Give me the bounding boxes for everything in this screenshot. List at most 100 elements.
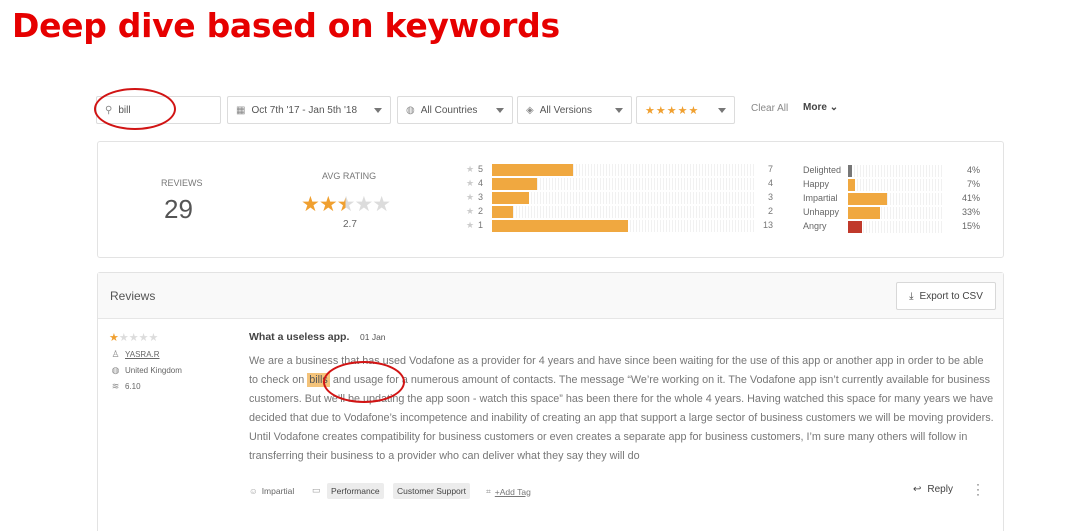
- more-filters-button[interactable]: More ⌄: [803, 102, 838, 113]
- histogram-track: [492, 220, 754, 232]
- sentiment-label: Delighted: [803, 165, 842, 175]
- annotation-circle-keyword: [323, 361, 405, 403]
- rating-select[interactable]: ★★★★★: [636, 96, 735, 124]
- sentiment-row-unhappy[interactable]: Unhappy 33%: [803, 207, 983, 219]
- avg-rating-value: 2.7: [343, 219, 357, 230]
- histogram-star-label: 5: [478, 164, 484, 174]
- review-version-value: 6.10: [125, 382, 141, 391]
- download-icon: ⤓: [909, 290, 914, 302]
- reply-button[interactable]: ↩ Reply: [913, 484, 953, 495]
- export-label: Export to CSV: [919, 290, 983, 302]
- layers-icon: ≋: [111, 381, 120, 391]
- add-tag-link[interactable]: ⌗ +Add Tag: [486, 486, 531, 497]
- versions-select[interactable]: ◈ All Versions: [517, 96, 632, 124]
- histogram-count: 2: [767, 206, 773, 216]
- review-version: ≋ 6.10: [111, 381, 141, 392]
- sentiment-pct: 7%: [966, 179, 980, 189]
- histogram-row-5[interactable]: ★ 5 7: [466, 164, 773, 176]
- review-sentiment-label: Impartial: [261, 486, 295, 496]
- reviews-label: REVIEWS: [161, 178, 203, 188]
- sentiment-bar: [848, 165, 852, 177]
- sentiment-track: [848, 179, 944, 191]
- histogram-bar: [492, 206, 513, 218]
- star-icon: ★: [466, 164, 475, 174]
- sentiment-pct: 15%: [961, 221, 980, 231]
- chevron-down-icon: [374, 108, 382, 113]
- review-date: 01 Jan: [360, 332, 386, 342]
- reviews-header: Reviews ⤓ Export to CSV: [98, 273, 1003, 319]
- histogram-track: [492, 178, 754, 190]
- sentiment-track: [848, 165, 944, 177]
- review-stars-icon: ★★★★★: [109, 332, 159, 344]
- reviews-title: Reviews: [110, 289, 156, 303]
- reply-icon: ↩: [913, 484, 922, 495]
- sentiment-pct: 33%: [961, 207, 980, 217]
- star-icon: ★: [466, 178, 475, 188]
- chevron-down-icon: [615, 108, 623, 113]
- reviews-count: 29: [164, 194, 193, 224]
- histogram-bar: [492, 164, 573, 176]
- stats-panel: REVIEWS 29 AVG RATING ★★★★★ 2.7 ★ 5 7 ★ 4 4 ★ 3…: [97, 141, 1004, 258]
- histogram-bar: [492, 220, 628, 232]
- versions-value: All Versions: [539, 104, 592, 116]
- globe-icon: ◍: [111, 365, 120, 375]
- sentiment-bar: [848, 221, 862, 233]
- comment-icon: ▭: [312, 485, 321, 495]
- histogram-star-label: 4: [478, 178, 484, 188]
- date-range-value: Oct 7th '17 - Jan 5th '18: [251, 104, 357, 116]
- histogram-bar: [492, 192, 529, 204]
- reviews-panel: Reviews ⤓ Export to CSV ★★★★★ ♙ YASRA.R …: [97, 272, 1004, 531]
- annotation-circle-search: [94, 88, 176, 130]
- histogram-row-1[interactable]: ★ 1 13: [466, 220, 773, 232]
- star-icon: ★: [466, 220, 475, 230]
- histogram-count: 13: [762, 220, 773, 230]
- histogram-count: 3: [767, 192, 773, 202]
- sentiment-face-icon: ☺: [249, 486, 258, 496]
- avg-rating-stars-icon: ★★★★★: [301, 193, 391, 216]
- histogram-row-4[interactable]: ★ 4 4: [466, 178, 773, 190]
- star-icon: ★: [466, 206, 475, 216]
- histogram-row-3[interactable]: ★ 3 3: [466, 192, 773, 204]
- histogram-track: [492, 206, 754, 218]
- histogram-row-2[interactable]: ★ 2 2: [466, 206, 773, 218]
- sentiment-track: [848, 193, 944, 205]
- histogram-star-label: 2: [478, 206, 484, 216]
- histogram-count: 4: [767, 178, 773, 188]
- avg-rating-label: AVG RATING: [322, 171, 377, 181]
- sentiment-row-angry[interactable]: Angry 15%: [803, 221, 983, 233]
- histogram-star-label: 3: [478, 192, 484, 202]
- review-footer: ☺ Impartial ▭ Performance Customer Suppo…: [249, 483, 549, 499]
- tag-customer-support[interactable]: Customer Support: [393, 483, 470, 499]
- date-range-picker[interactable]: ▦ Oct 7th '17 - Jan 5th '18: [227, 96, 391, 124]
- sentiment-row-delighted[interactable]: Delighted 4%: [803, 165, 983, 177]
- tag-performance[interactable]: Performance: [327, 483, 384, 499]
- sentiment-pct: 4%: [966, 165, 980, 175]
- star-icon: ★: [466, 192, 475, 202]
- sentiment-row-impartial[interactable]: Impartial 41%: [803, 193, 983, 205]
- countries-value: All Countries: [420, 104, 478, 116]
- more-options-icon[interactable]: · · ·: [975, 478, 981, 500]
- chevron-down-icon: [718, 108, 726, 113]
- filter-bar: ⚲ bill ▦ Oct 7th '17 - Jan 5th '18 ◍ All…: [96, 96, 856, 124]
- add-tag-label: +Add Tag: [494, 486, 531, 497]
- rating-stars-icon: ★★★★★: [645, 104, 700, 117]
- sentiment-bar: [848, 207, 880, 219]
- sentiment-row-happy[interactable]: Happy 7%: [803, 179, 983, 191]
- versions-icon: ◈: [526, 104, 534, 116]
- histogram-track: [492, 164, 754, 176]
- user-icon: ♙: [111, 349, 120, 359]
- review-username[interactable]: YASRA.R: [125, 350, 160, 359]
- sentiment-label: Happy: [803, 179, 830, 189]
- more-label: More: [803, 102, 827, 113]
- sentiment-track: [848, 207, 944, 219]
- histogram-bar: [492, 178, 537, 190]
- sentiment-bar: [848, 193, 887, 205]
- histogram-track: [492, 192, 754, 204]
- globe-icon: ◍: [406, 104, 415, 116]
- export-csv-button[interactable]: ⤓ Export to CSV: [896, 282, 996, 310]
- review-sentiment[interactable]: ☺ Impartial: [249, 486, 294, 496]
- clear-all-link[interactable]: Clear All: [751, 103, 788, 114]
- chevron-down-icon: [496, 108, 504, 113]
- chevron-down-icon: ⌄: [829, 102, 839, 113]
- countries-select[interactable]: ◍ All Countries: [397, 96, 513, 124]
